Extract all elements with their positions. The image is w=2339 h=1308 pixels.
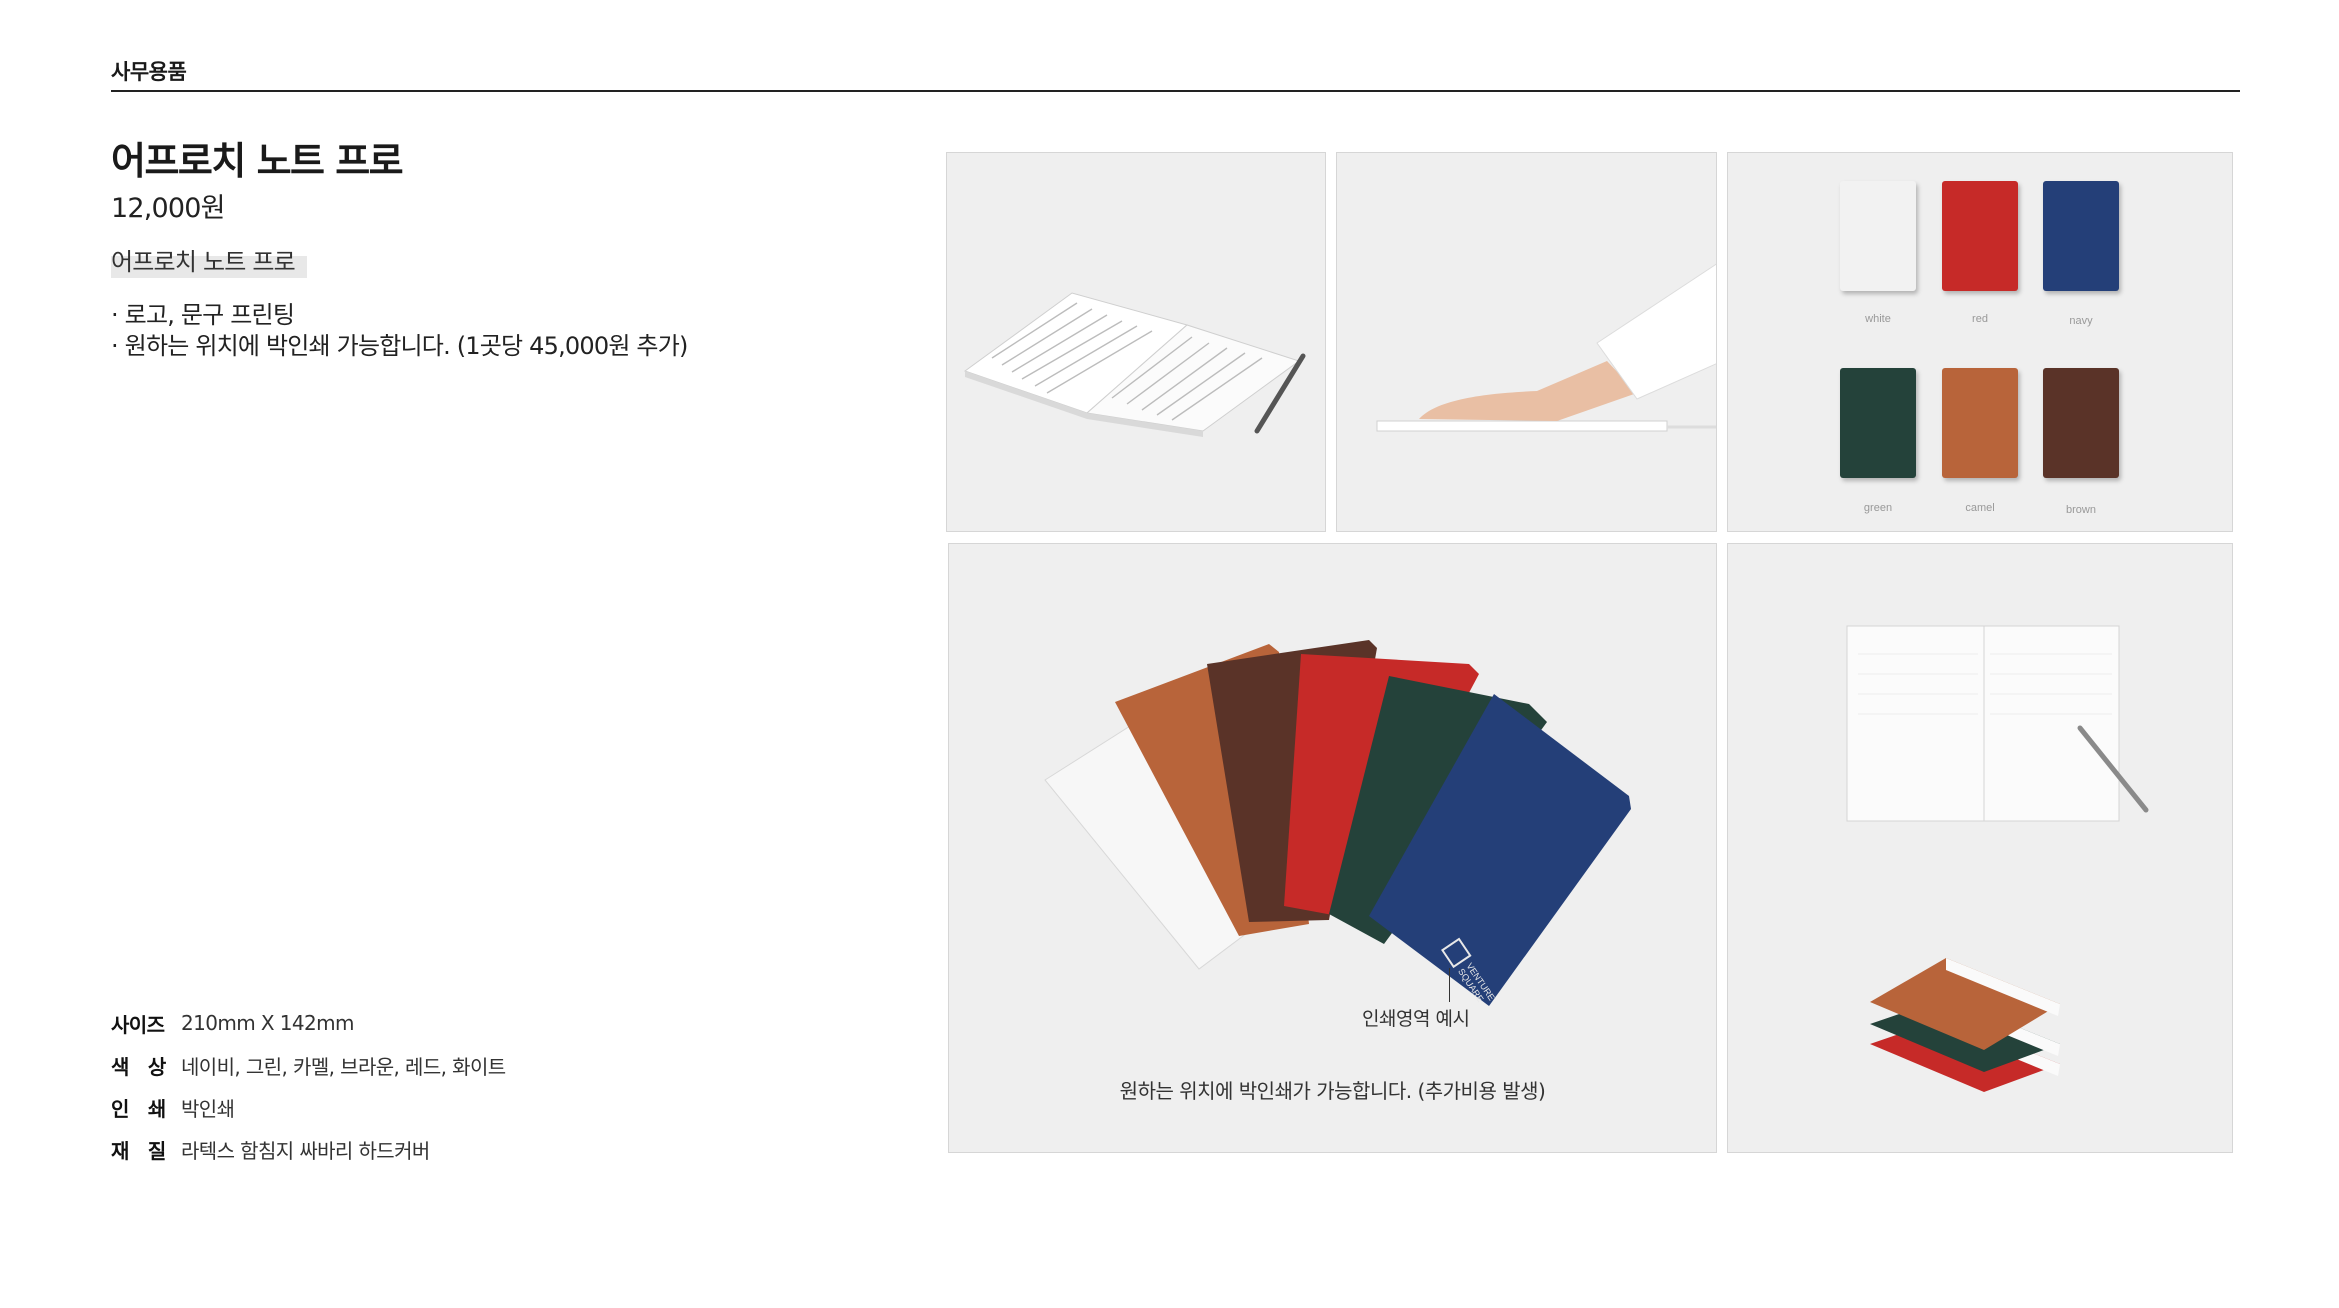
- product-price: 12,000원: [111, 193, 226, 224]
- spec-table: 사이즈 210mm X 142mm 색 상 네이비, 그린, 카멜, 브라운, …: [111, 1002, 506, 1170]
- fanned-notebooks-illustration: VENTURE SQUARE: [1044, 640, 1631, 1006]
- swatch-navy: [2043, 181, 2119, 291]
- spec-label: 재 질: [111, 1138, 166, 1163]
- spec-row-material: 재 질 라텍스 함침지 싸바리 하드커버: [111, 1128, 506, 1170]
- swatch-label: red: [1972, 313, 1988, 325]
- swatch-label: navy: [2069, 315, 2093, 327]
- hand-on-notebook-illustration: [1376, 263, 1716, 432]
- product-subname: 어프로치 노트 프로: [111, 248, 296, 276]
- swatch-green: [1840, 368, 1916, 478]
- spec-label: 인 쇄: [111, 1096, 166, 1121]
- spec-row-color: 색 상 네이비, 그린, 카멜, 브라운, 레드, 화이트: [111, 1044, 506, 1086]
- print-note: 원하는 위치에 박인쇄가 가능합니다. (추가비용 발생): [1119, 1079, 1546, 1103]
- spec-label: 사이즈: [111, 1012, 165, 1037]
- category-label: 사무용품: [111, 60, 187, 84]
- swatch-brown: [2043, 368, 2119, 478]
- photo-open-notebook: [946, 152, 1326, 532]
- swatch-label: camel: [1965, 502, 1995, 514]
- swatch-label: white: [1865, 313, 1891, 325]
- feature-item: · 로고, 문구 프린팅: [111, 301, 295, 329]
- spec-value: 210mm X 142mm: [181, 1011, 355, 1035]
- swatch-red: [1942, 181, 2018, 291]
- open-notebook-illustration: [963, 292, 1306, 437]
- spec-label: 색 상: [111, 1054, 166, 1079]
- spec-value: 라텍스 함침지 싸바리 하드커버: [181, 1138, 430, 1163]
- photo-fanned-notebooks: VENTURE SQUARE: [948, 543, 1717, 1153]
- print-area-leader-line: [1449, 968, 1450, 1002]
- swatch-label: brown: [2066, 504, 2096, 516]
- swatch-white: [1840, 181, 1916, 291]
- swatch-label: green: [1863, 502, 1893, 514]
- swatch-camel: [1942, 368, 2018, 478]
- color-options-panel: white red navy green camel brown: [1727, 152, 2233, 532]
- spec-value: 네이비, 그린, 카멜, 브라운, 레드, 화이트: [181, 1054, 506, 1079]
- print-area-label: 인쇄영역 예시: [1362, 1008, 1470, 1030]
- header-divider: [111, 90, 2240, 92]
- feature-item: · 원하는 위치에 박인쇄 가능합니다. (1곳당 45,000원 추가): [111, 332, 688, 360]
- photo-notebook-detail: [1727, 543, 2233, 1153]
- product-title: 어프로치 노트 프로: [111, 139, 404, 183]
- feature-list: · 로고, 문구 프린팅 · 원하는 위치에 박인쇄 가능합니다. (1곳당 4…: [111, 300, 688, 362]
- notebook-detail-illustration: [1846, 625, 2149, 1092]
- spec-row-print: 인 쇄 박인쇄: [111, 1086, 506, 1128]
- spec-row-size: 사이즈 210mm X 142mm: [111, 1002, 506, 1044]
- spec-value: 박인쇄: [181, 1096, 235, 1121]
- photo-lay-flat-notebook: [1336, 152, 1717, 532]
